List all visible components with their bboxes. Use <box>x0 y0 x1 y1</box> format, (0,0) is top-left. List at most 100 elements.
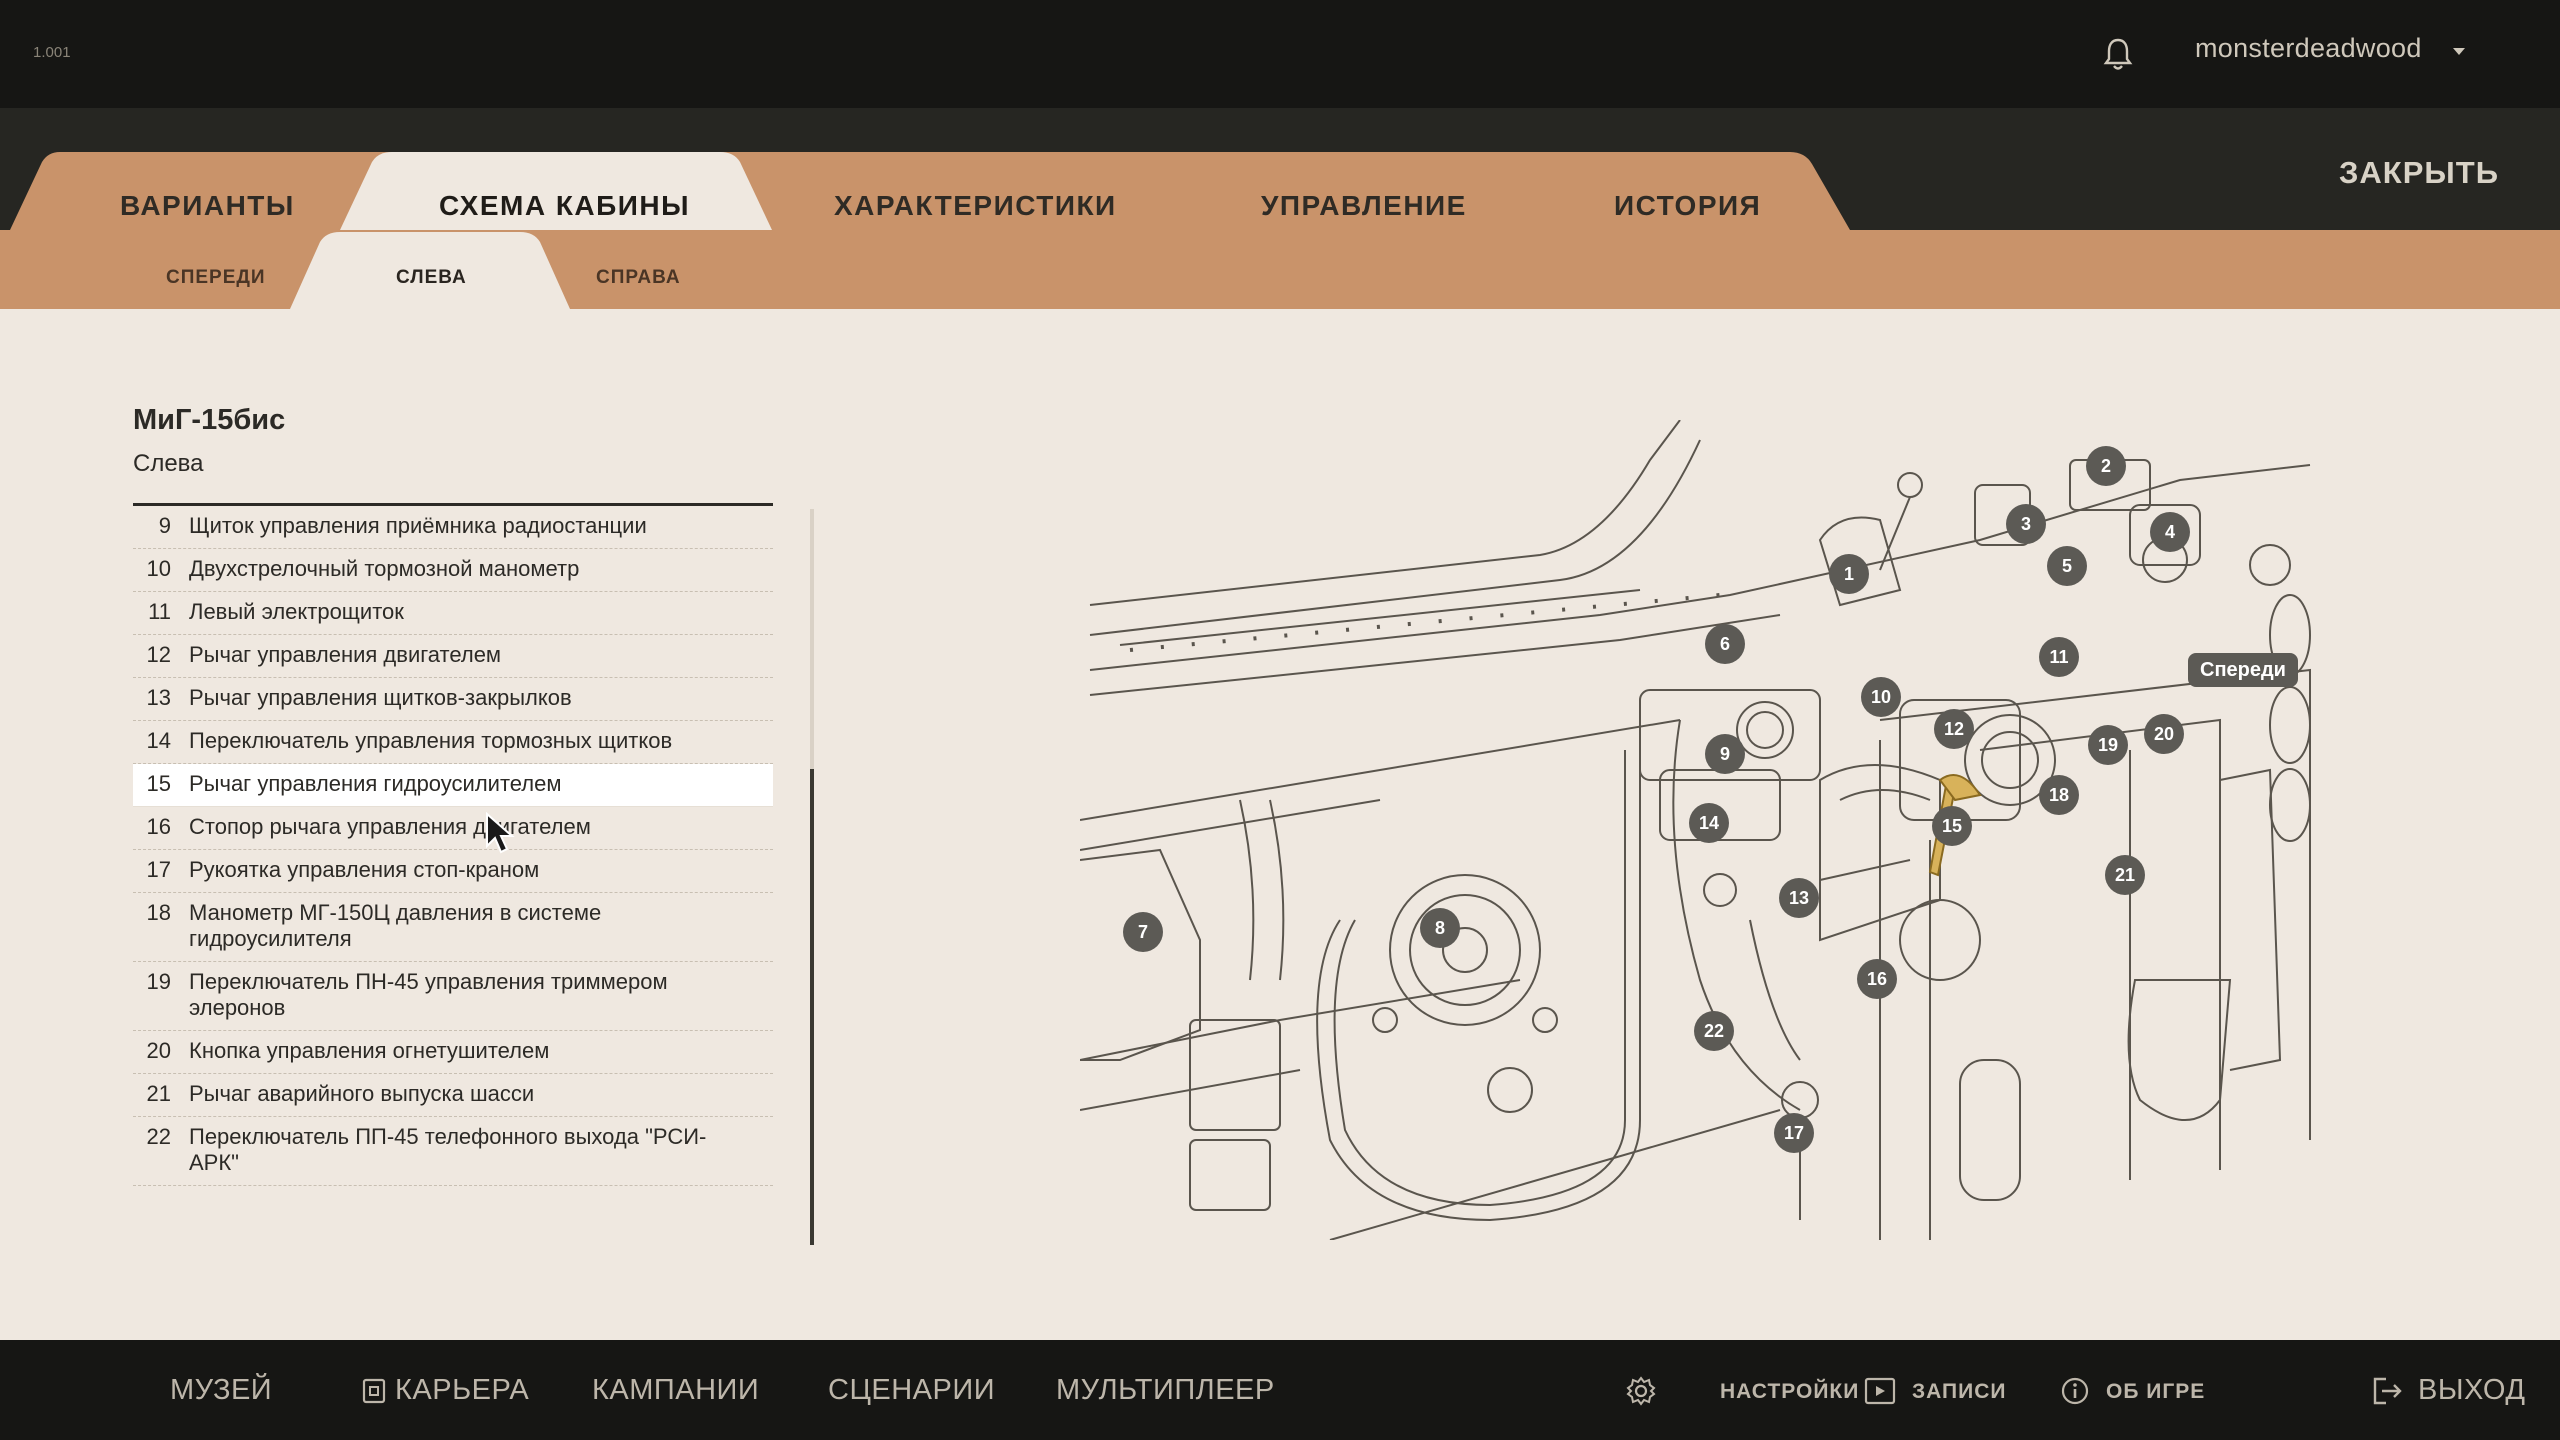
part-label: Переключатель ПН-45 управления триммером… <box>189 969 668 1020</box>
nav-exit[interactable]: ВЫХОД <box>2418 1374 2525 1407</box>
part-label: Рычаг управления гидроусилителем <box>189 771 562 796</box>
svg-text:5: 5 <box>2062 556 2072 576</box>
records-icon[interactable] <box>1864 1377 1896 1405</box>
tab-controls[interactable]: УПРАВЛЕНИЕ <box>1261 190 1467 222</box>
nav-scenarios[interactable]: СЦЕНАРИИ <box>828 1374 995 1407</box>
part-number: 11 <box>148 599 171 624</box>
list-item[interactable]: 9 Щиток управления приёмника радиостанции <box>133 506 773 549</box>
tab-cockpit-scheme[interactable]: СХЕМА КАБИНЫ <box>439 190 690 222</box>
list-item-selected[interactable]: 15 Рычаг управления гидроусилителем <box>133 764 773 807</box>
part-label: Кнопка управления огнетушителем <box>189 1038 550 1063</box>
diagram-marker[interactable]: 14 <box>1689 803 1729 843</box>
diagram-marker[interactable]: 21 <box>2105 855 2145 895</box>
diagram-marker[interactable]: 17 <box>1774 1113 1814 1153</box>
exit-icon[interactable] <box>2372 1376 2404 1406</box>
part-number: 14 <box>146 728 171 753</box>
list-item[interactable]: 10 Двухстрелочный тормозной манометр <box>133 549 773 592</box>
part-label: Щиток управления приёмника радиостанции <box>189 513 647 538</box>
notification-bell-icon[interactable] <box>2102 36 2134 72</box>
diagram-marker[interactable]: 10 <box>1861 677 1901 717</box>
diagram-marker[interactable]: 11 <box>2039 637 2079 677</box>
tab-variants[interactable]: ВАРИАНТЫ <box>120 190 295 222</box>
svg-text:11: 11 <box>2049 647 2068 667</box>
svg-text:4: 4 <box>2165 522 2175 542</box>
svg-text:9: 9 <box>1720 744 1730 764</box>
svg-text:3: 3 <box>2021 514 2031 534</box>
list-item[interactable]: 22 Переключатель ПП-45 телефонного выхода… <box>133 1117 773 1186</box>
part-label: Манометр МГ-150Ц давления в системе гидр… <box>189 900 602 951</box>
info-icon[interactable] <box>2061 1377 2089 1405</box>
part-number: 18 <box>146 900 171 925</box>
svg-text:16: 16 <box>1867 969 1887 989</box>
part-label: Рычаг управления щитков-закрылков <box>189 685 572 710</box>
svg-text:20: 20 <box>2154 724 2174 744</box>
list-item[interactable]: 18 Манометр МГ-150Ц давления в системе ги… <box>133 893 773 962</box>
career-icon[interactable] <box>362 1378 386 1404</box>
nav-museum[interactable]: МУЗЕЙ <box>170 1374 272 1407</box>
diagram-marker[interactable]: 3 <box>2006 504 2046 544</box>
bottom-nav-bar: МУЗЕЙ КАРЬЕРА КАМПАНИИ СЦЕНАРИИ МУЛЬТИПЛ… <box>0 1340 2560 1440</box>
diagram-marker[interactable]: 20 <box>2144 714 2184 754</box>
diagram-marker[interactable]: 22 <box>1694 1011 1734 1051</box>
subtab-right[interactable]: СПРАВА <box>596 267 681 289</box>
svg-text:8: 8 <box>1435 918 1445 938</box>
nav-multiplayer[interactable]: МУЛЬТИПЛЕЕР <box>1056 1374 1275 1407</box>
part-number: 13 <box>146 685 171 710</box>
svg-text:7: 7 <box>1138 922 1148 942</box>
gear-icon[interactable] <box>1626 1376 1656 1406</box>
nav-campaigns[interactable]: КАМПАНИИ <box>592 1374 759 1407</box>
svg-text:6: 6 <box>1720 634 1730 654</box>
nav-records[interactable]: ЗАПИСИ <box>1912 1380 2007 1404</box>
diagram-marker[interactable]: 5 <box>2047 546 2087 586</box>
diagram-marker[interactable]: 19 <box>2088 725 2128 765</box>
svg-text:2: 2 <box>2101 456 2111 476</box>
diagram-marker[interactable]: 15 <box>1932 806 1972 846</box>
nav-about[interactable]: ОБ ИГРЕ <box>2106 1380 2205 1404</box>
diagram-marker[interactable]: 16 <box>1857 959 1897 999</box>
list-item[interactable]: 17 Рукоятка управления стоп-краном <box>133 850 773 893</box>
list-item[interactable]: 19 Переключатель ПН-45 управления триммер… <box>133 962 773 1031</box>
tab-characteristics[interactable]: ХАРАКТЕРИСТИКИ <box>834 190 1117 222</box>
chevron-down-icon[interactable] <box>2453 48 2465 55</box>
list-scrollbar-thumb[interactable] <box>810 769 814 1245</box>
aircraft-title: МиГ-15бис <box>133 404 286 436</box>
cockpit-diagram: 1 2 3 4 5 6 7 8 9 10 11 12 13 14 15 16 1… <box>1080 420 2311 1240</box>
diagram-marker[interactable]: 1 <box>1829 554 1869 594</box>
list-item[interactable]: 20 Кнопка управления огнетушителем <box>133 1031 773 1074</box>
diagram-marker[interactable]: 4 <box>2150 512 2190 552</box>
list-item[interactable]: 16 Стопор рычага управления двигателем <box>133 807 773 850</box>
part-label: Рычаг аварийного выпуска шасси <box>189 1081 535 1106</box>
diagram-marker[interactable]: 13 <box>1779 878 1819 918</box>
diagram-marker[interactable]: 9 <box>1705 734 1745 774</box>
diagram-marker[interactable]: 18 <box>2039 775 2079 815</box>
list-item[interactable]: 14 Переключатель управления тормозных щит… <box>133 721 773 764</box>
diagram-marker[interactable]: 12 <box>1934 709 1974 749</box>
list-item[interactable]: 21 Рычаг аварийного выпуска шасси <box>133 1074 773 1117</box>
subtab-front[interactable]: СПЕРЕДИ <box>166 267 266 289</box>
tab-history[interactable]: ИСТОРИЯ <box>1614 190 1761 222</box>
front-view-button[interactable]: Спереди <box>2188 653 2298 687</box>
part-number: 12 <box>146 642 171 667</box>
diagram-marker[interactable]: 7 <box>1123 912 1163 952</box>
diagram-marker[interactable]: 8 <box>1420 908 1460 948</box>
part-label: Переключатель управления тормозных щитко… <box>189 728 673 753</box>
part-label: Левый электрощиток <box>189 599 404 624</box>
list-item[interactable]: 11 Левый электрощиток <box>133 592 773 635</box>
nav-career[interactable]: КАРЬЕРА <box>395 1374 529 1407</box>
username-menu[interactable]: monsterdeadwood <box>2195 33 2422 64</box>
list-item[interactable]: 13 Рычаг управления щитков-закрылков <box>133 678 773 721</box>
close-button[interactable]: ЗАКРЫТЬ <box>2339 155 2499 191</box>
part-label: Двухстрелочный тормозной манометр <box>189 556 580 581</box>
subtab-left[interactable]: СЛЕВА <box>396 267 467 289</box>
part-number: 16 <box>146 814 171 839</box>
diagram-marker[interactable]: 2 <box>2086 446 2126 486</box>
nav-settings[interactable]: НАСТРОЙКИ <box>1720 1380 1859 1404</box>
parts-list: 9 Щиток управления приёмника радиостанции… <box>133 503 773 1186</box>
diagram-marker[interactable]: 6 <box>1705 624 1745 664</box>
list-item[interactable]: 12 Рычаг управления двигателем <box>133 635 773 678</box>
part-number: 15 <box>146 771 171 796</box>
part-number: 10 <box>146 556 171 581</box>
part-number: 19 <box>146 969 171 994</box>
part-number: 9 <box>158 513 171 538</box>
part-number: 20 <box>146 1038 171 1063</box>
